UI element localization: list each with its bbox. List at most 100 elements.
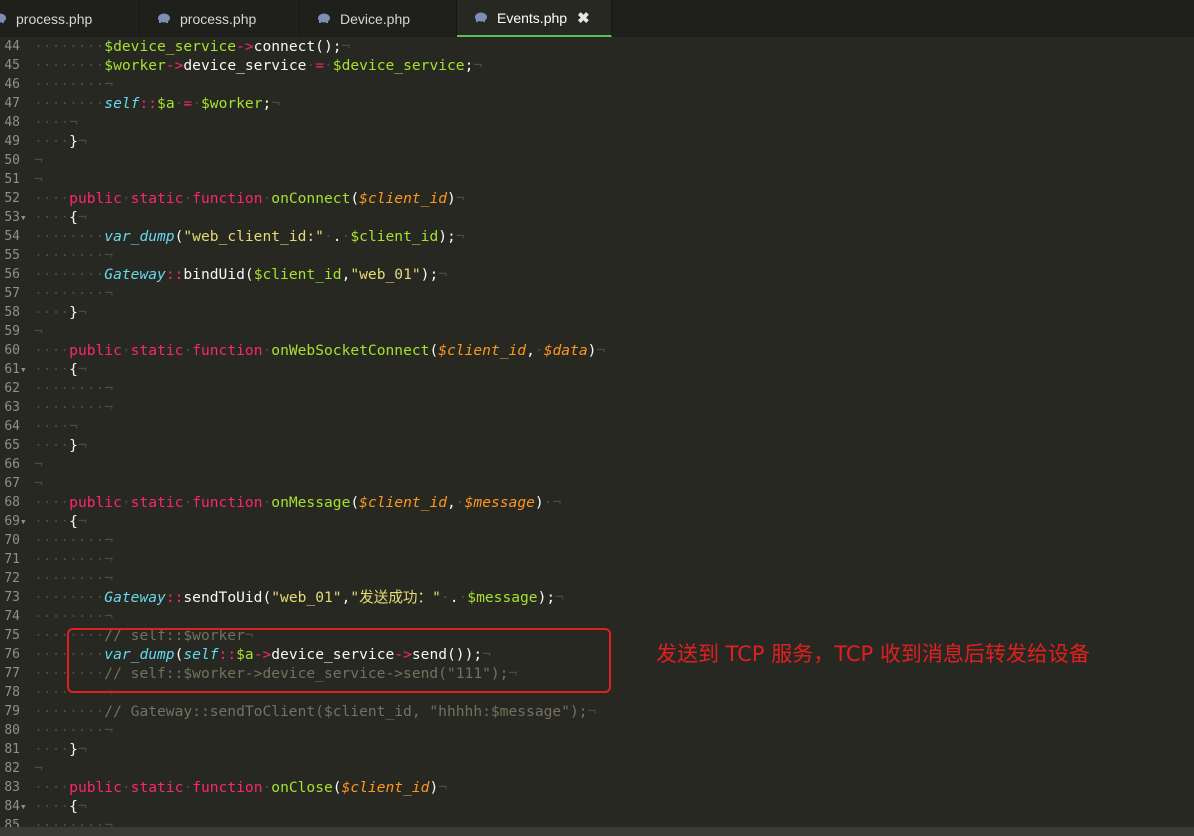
token-ws: · <box>183 779 193 796</box>
line-number: 67 <box>4 476 20 491</box>
token-ws: · <box>455 494 465 511</box>
token-var: $client_id <box>253 266 342 283</box>
code-line[interactable]: 49 ····}¬ <box>0 132 1194 151</box>
line-number: 50 <box>4 153 20 168</box>
token-plain: { <box>69 209 78 226</box>
tab-process-php-2[interactable]: process.php <box>140 0 300 37</box>
code-line[interactable]: 83 ····public·static·function·onClose($cl… <box>0 778 1194 797</box>
code-line[interactable]: 44 ········$device_service->connect();¬ <box>0 37 1194 56</box>
code-text: ········¬ <box>34 379 113 398</box>
horizontal-scrollbar[interactable] <box>0 827 1194 836</box>
code-line[interactable]: 58 ····}¬ <box>0 303 1194 322</box>
line-number: 69 <box>4 514 20 529</box>
token-ws: ¬ <box>596 342 606 359</box>
line-number: 78 <box>4 685 20 700</box>
code-line[interactable]: 64 ····¬ <box>0 417 1194 436</box>
code-text: ········¬ <box>34 550 113 569</box>
token-ws: · <box>534 342 544 359</box>
code-line[interactable]: 85 ········¬ <box>0 816 1194 827</box>
code-line[interactable]: 55 ········¬ <box>0 246 1194 265</box>
token-fn: onMessage <box>271 494 351 511</box>
code-line[interactable]: 63 ········¬ <box>0 398 1194 417</box>
token-ws: · <box>183 190 193 207</box>
close-icon[interactable]: ✖ <box>577 9 590 27</box>
token-str: "web_01" <box>271 589 342 606</box>
code-line[interactable]: 50 ¬ <box>0 151 1194 170</box>
fold-arrow-icon[interactable]: ▾ <box>20 512 30 531</box>
code-line[interactable]: 62 ········¬ <box>0 379 1194 398</box>
token-plain: ( <box>350 190 360 207</box>
code-line[interactable]: 73 ········Gateway::sendToUid("web_01","发… <box>0 588 1194 607</box>
token-plain: sendToUid( <box>183 589 272 606</box>
token-ws: · <box>121 190 131 207</box>
code-line[interactable]: 54 ········var_dump("web_client_id:"·.·$c… <box>0 227 1194 246</box>
code-line[interactable]: 45 ········$worker->device_service·=·$dev… <box>0 56 1194 75</box>
token-ws: · <box>121 494 131 511</box>
code-text: ········¬ <box>34 816 113 827</box>
code-line[interactable]: 71 ········¬ <box>0 550 1194 569</box>
code-line[interactable]: 47 ········self::$a·=·$worker;¬ <box>0 94 1194 113</box>
token-kw: function <box>192 190 263 207</box>
code-line[interactable]: 67 ¬ <box>0 474 1194 493</box>
code-line[interactable]: 70 ········¬ <box>0 531 1194 550</box>
code-line[interactable]: 59 ¬ <box>0 322 1194 341</box>
token-ws: ¬ <box>438 779 448 796</box>
code-line[interactable]: 79 ········// Gateway::sendToClient($clie… <box>0 702 1194 721</box>
token-kw: function <box>192 779 263 796</box>
line-number: 65 <box>4 438 20 453</box>
code-editor[interactable]: 44 ········$device_service->connect();¬ 45… <box>0 37 1194 827</box>
token-op: = <box>315 57 324 74</box>
token-ws: ···· <box>34 798 70 815</box>
line-number: 46 <box>4 77 20 92</box>
line-number: 83 <box>4 780 20 795</box>
token-ws: ···· <box>34 304 70 321</box>
code-line[interactable]: 52 ····public·static·function·onConnect($… <box>0 189 1194 208</box>
code-line[interactable]: 65 ····}¬ <box>0 436 1194 455</box>
code-line[interactable]: 66 ¬ <box>0 455 1194 474</box>
token-ph: $client_id <box>359 494 448 511</box>
code-line[interactable]: 56 ········Gateway::bindUid($client_id,"w… <box>0 265 1194 284</box>
code-line[interactable]: 81 ····}¬ <box>0 740 1194 759</box>
token-ws: ····¬ <box>34 418 78 435</box>
token-plain: } <box>69 304 78 321</box>
token-kw: public <box>69 190 122 207</box>
code-line[interactable]: 84 ▾ ····{¬ <box>0 797 1194 816</box>
token-ws: ········ <box>34 589 105 606</box>
tab-device-php[interactable]: Device.php <box>300 0 457 37</box>
code-line[interactable]: 68 ····public·static·function·onMessage($… <box>0 493 1194 512</box>
token-kw: static <box>130 342 184 359</box>
code-line[interactable]: 53 ▾ ····{¬ <box>0 208 1194 227</box>
code-line[interactable]: 57 ········¬ <box>0 284 1194 303</box>
tab-events-php[interactable]: Events.php ✖ <box>457 0 612 37</box>
token-kw: public <box>69 779 122 796</box>
fold-arrow-icon[interactable]: ▾ <box>20 797 30 816</box>
code-line[interactable]: 48 ····¬ <box>0 113 1194 132</box>
line-number: 56 <box>4 267 20 282</box>
tab-label: process.php <box>180 10 257 27</box>
code-line[interactable]: 69 ▾ ····{¬ <box>0 512 1194 531</box>
code-text: ¬ <box>34 322 43 341</box>
code-line[interactable]: 72 ········¬ <box>0 569 1194 588</box>
token-st: Gateway <box>104 266 166 283</box>
token-var: $message <box>467 589 538 606</box>
code-line[interactable]: 51 ¬ <box>0 170 1194 189</box>
token-plain: . <box>449 589 459 606</box>
fold-arrow-icon[interactable]: ▾ <box>20 208 30 227</box>
token-ws: ¬ <box>34 475 43 492</box>
code-line[interactable]: 61 ▾ ····{¬ <box>0 360 1194 379</box>
token-ws: · <box>262 779 272 796</box>
token-plain: { <box>69 361 78 378</box>
token-plain: ( <box>350 494 360 511</box>
code-line[interactable]: 74 ········¬ <box>0 607 1194 626</box>
code-text: ········¬ <box>34 284 113 303</box>
code-line[interactable]: 82 ¬ <box>0 759 1194 778</box>
code-line[interactable]: 46 ········¬ <box>0 75 1194 94</box>
code-line[interactable]: 80 ········¬ <box>0 721 1194 740</box>
fold-arrow-icon[interactable]: ▾ <box>20 360 30 379</box>
token-ws: ···· <box>34 361 70 378</box>
token-ws: ········ <box>34 703 105 720</box>
code-line[interactable]: 60 ····public·static·function·onWebSocket… <box>0 341 1194 360</box>
token-plain: ( <box>429 342 439 359</box>
token-ws: ¬ <box>77 437 87 454</box>
tab-process-php-1[interactable]: process.php <box>0 0 140 37</box>
